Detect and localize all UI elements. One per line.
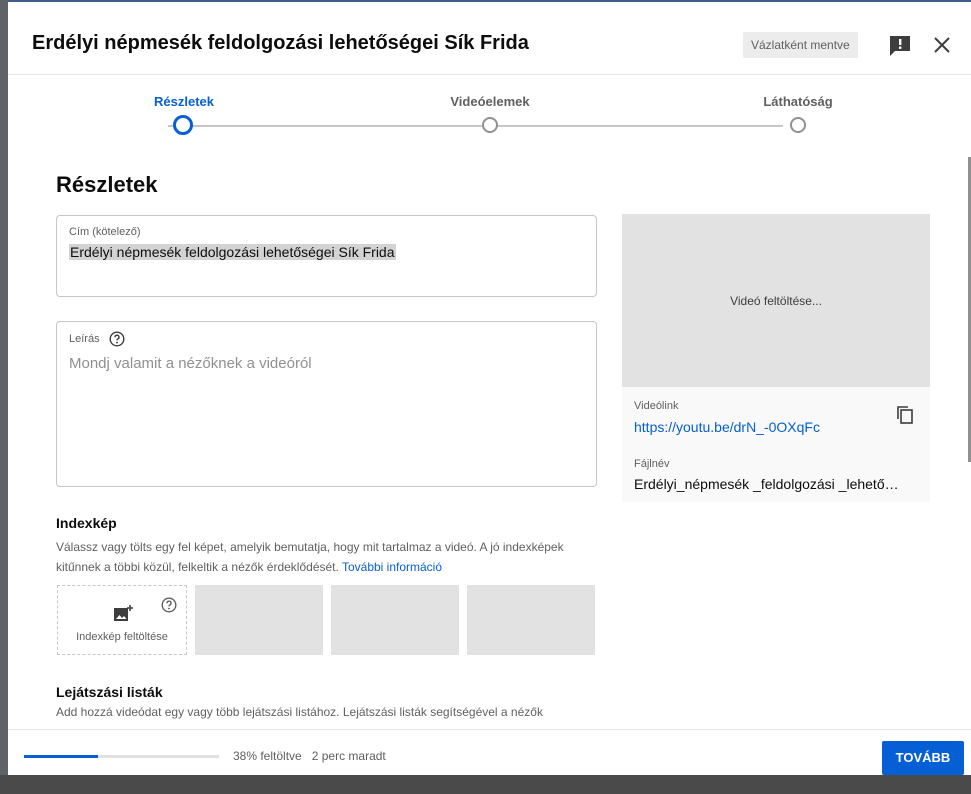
thumbnail-help-icon[interactable] — [161, 597, 177, 613]
description-field-label: Leírás — [69, 332, 100, 345]
close-icon[interactable] — [930, 33, 954, 57]
upload-progress-bar — [24, 755, 219, 758]
description-field[interactable]: Leírás Mondj valamit a nézőknek a videór… — [56, 321, 597, 487]
upload-progress-status: 38% feltöltve 2 perc maradt — [233, 749, 386, 763]
step-video-elements-label: Videóelemek — [450, 94, 530, 109]
title-field-value[interactable]: Erdélyi népmesék feldolgozási lehetősége… — [69, 244, 396, 260]
playlists-title: Lejátszási listák — [56, 684, 163, 700]
playlists-description: Add hozzá videódat egy vagy több lejátsz… — [56, 705, 543, 719]
next-button[interactable]: TOVÁBB — [882, 741, 964, 775]
title-field[interactable]: Cím (kötelező) Erdélyi népmesék feldolgo… — [56, 215, 597, 297]
step-video-elements-dot — [482, 117, 498, 133]
step-details-dot — [173, 115, 193, 135]
background-strip — [0, 775, 971, 794]
thumbnail-title: Indexkép — [56, 515, 117, 531]
dialog-header: Erdélyi népmesék feldolgozási lehetősége… — [8, 2, 971, 75]
help-icon[interactable] — [109, 331, 125, 347]
step-visibility-dot — [790, 117, 806, 133]
step-visibility[interactable]: Láthatóság — [698, 74, 898, 133]
upload-progress-text: 38% feltöltve — [233, 749, 302, 763]
thumbnail-description: Válassz vagy tölts egy fel képet, amelyi… — [56, 537, 596, 577]
add-image-icon — [114, 605, 133, 621]
thumbnail-option-1[interactable] — [195, 585, 323, 655]
title-field-label: Cím (kötelező) — [69, 226, 141, 238]
video-preview: Videó feltöltése... — [622, 214, 930, 387]
draft-status-badge: Vázlatként mentve — [743, 32, 858, 58]
thumbnail-option-3[interactable] — [467, 585, 595, 655]
step-video-elements[interactable]: Videóelemek — [390, 74, 590, 133]
step-visibility-label: Láthatóság — [763, 94, 833, 109]
thumbnail-upload-label: Indexkép feltöltése — [76, 631, 168, 643]
thumbnail-option-2[interactable] — [331, 585, 459, 655]
upload-dialog: Erdélyi népmesék feldolgozási lehetősége… — [8, 0, 971, 775]
video-link-label: Videólink — [634, 400, 679, 412]
thumbnail-description-text: Válassz vagy tölts egy fel képet, amelyi… — [56, 540, 564, 574]
thumbnail-more-link[interactable]: További információ — [342, 560, 442, 574]
section-title: Részletek — [56, 172, 158, 197]
upload-stepper: Részletek Videóelemek Láthatóság — [8, 74, 971, 154]
thumbnail-upload-button[interactable]: Indexkép feltöltése — [57, 585, 187, 655]
video-preview-card: Videó feltöltése... Videólink https://yo… — [622, 214, 930, 502]
upload-progress-fill — [24, 755, 99, 758]
filename-label: Fájlnév — [634, 458, 670, 470]
upload-time-left: 2 perc maradt — [311, 749, 386, 763]
copy-icon[interactable] — [894, 404, 916, 426]
dialog-title: Erdélyi népmesék feldolgozási lehetősége… — [32, 32, 529, 54]
description-field-label-wrap: Leírás — [69, 331, 125, 347]
dialog-footer: 38% feltöltve 2 perc maradt TOVÁBB — [8, 729, 971, 775]
step-details[interactable]: Részletek — [84, 74, 284, 135]
step-details-label: Részletek — [154, 94, 214, 109]
filename-value: Erdélyi_népmesék _feldolgozási _lehető… — [634, 476, 899, 492]
stepper-line — [168, 125, 783, 127]
video-link[interactable]: https://youtu.be/drN_-0OXqFc — [634, 419, 820, 435]
upload-status-text: Videó feltöltése... — [730, 293, 822, 308]
feedback-icon[interactable] — [888, 35, 912, 57]
description-field-placeholder: Mondj valamit a nézőknek a videóról — [69, 355, 312, 372]
